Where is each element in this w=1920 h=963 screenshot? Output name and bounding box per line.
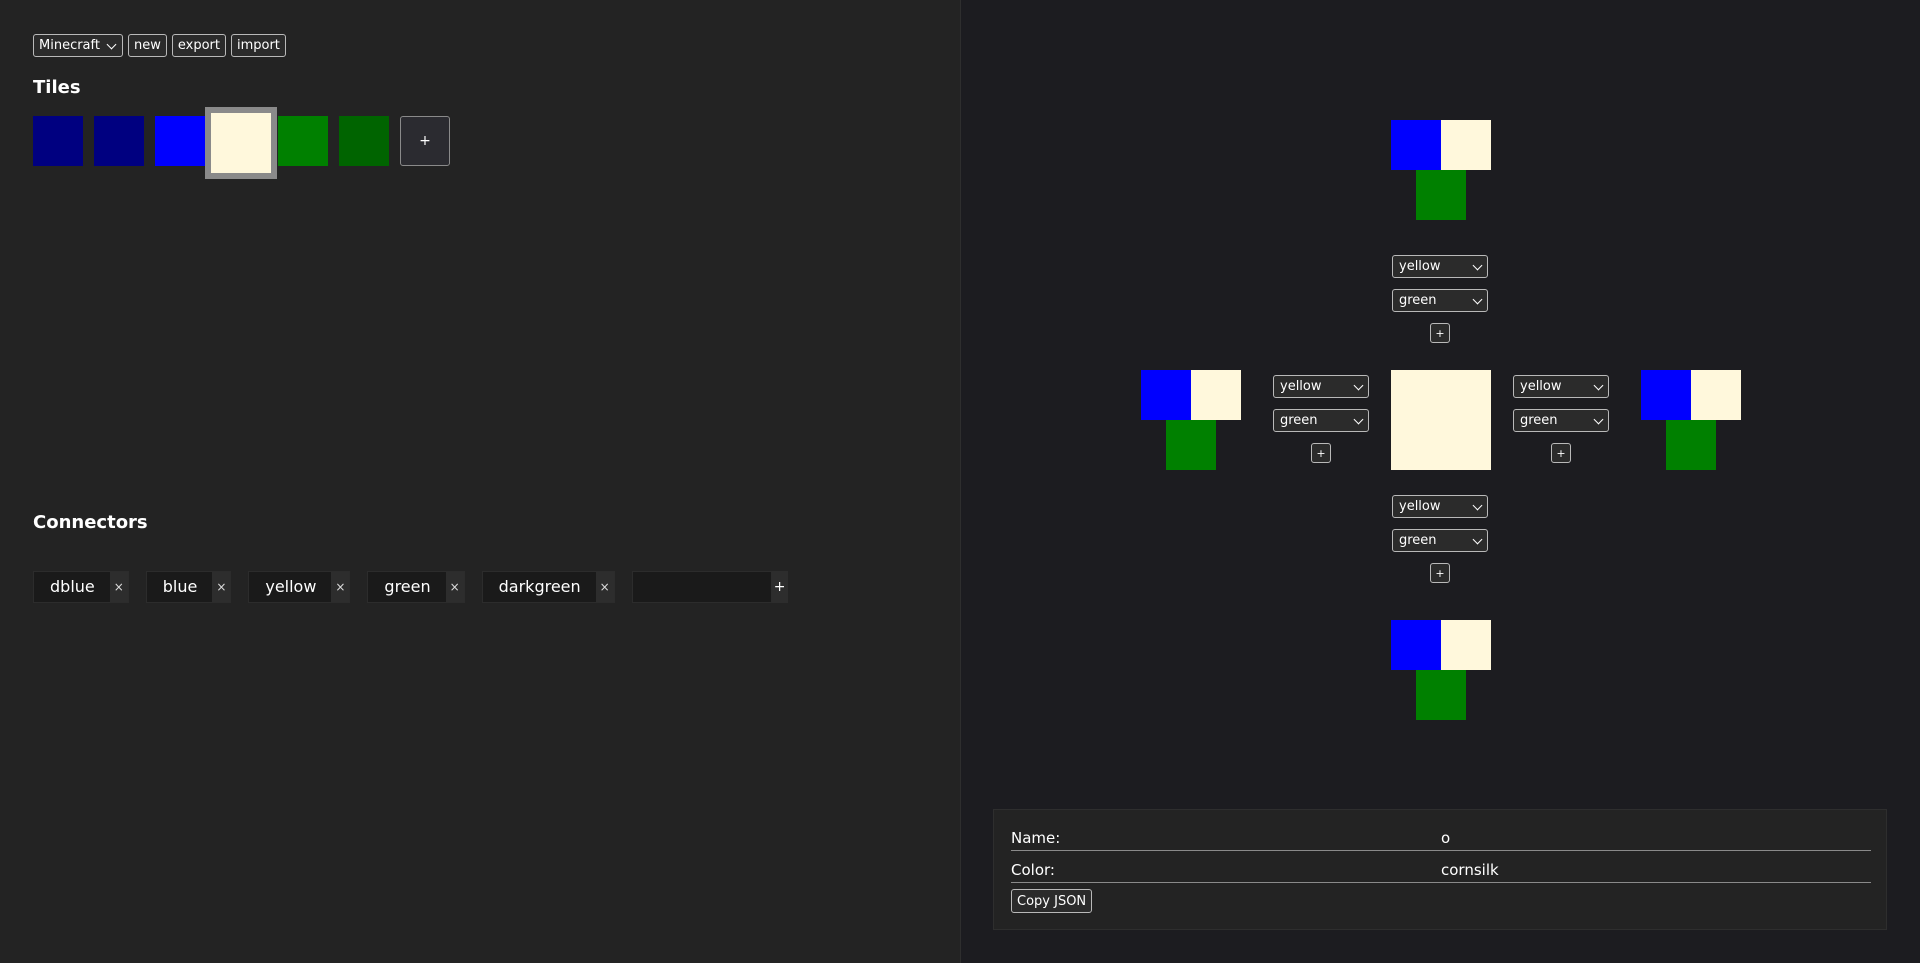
toolbar: Minecraft new export import bbox=[33, 34, 286, 57]
left-connector-select-1[interactable]: yellow bbox=[1273, 375, 1369, 398]
top-connector-select-1[interactable]: yellow bbox=[1392, 255, 1488, 278]
select-value: green bbox=[1399, 533, 1437, 548]
bottom-connector-select-2[interactable]: green bbox=[1392, 529, 1488, 552]
neighbor-preview-right-green bbox=[1666, 420, 1716, 470]
connectors-heading: Connectors bbox=[33, 512, 148, 533]
right-add-connector-button[interactable]: + bbox=[1551, 443, 1571, 463]
color-label: Color: bbox=[1011, 861, 1055, 879]
neighbor-preview-left-cornsilk bbox=[1191, 370, 1241, 420]
chevron-down-icon bbox=[1353, 414, 1364, 424]
neighbor-preview-right-cornsilk bbox=[1691, 370, 1741, 420]
chevron-down-icon bbox=[1593, 414, 1604, 424]
left-add-connector-button[interactable]: + bbox=[1311, 443, 1331, 463]
connector-label: darkgreen bbox=[498, 577, 581, 596]
color-value: cornsilk bbox=[1441, 861, 1499, 879]
tile-list-panel: Minecraft new export import Tiles + Conn… bbox=[0, 0, 961, 963]
copy-json-button[interactable]: Copy JSON bbox=[1011, 889, 1093, 913]
tile-swatch[interactable] bbox=[94, 116, 144, 166]
neighbor-preview-top-blue bbox=[1391, 120, 1441, 170]
connector-chip: darkgreen × bbox=[481, 571, 615, 603]
neighbor-preview-right-blue bbox=[1641, 370, 1691, 420]
select-value: green bbox=[1280, 413, 1318, 428]
right-connector-select-1[interactable]: yellow bbox=[1513, 375, 1609, 398]
new-button[interactable]: new bbox=[127, 34, 167, 57]
connector-label: yellow bbox=[265, 577, 317, 596]
top-connector-select-2[interactable]: green bbox=[1392, 289, 1488, 312]
chevron-down-icon bbox=[1472, 534, 1483, 544]
connector-label: blue bbox=[162, 577, 198, 596]
connector-chip: blue × bbox=[145, 571, 232, 603]
preset-select[interactable]: Minecraft bbox=[33, 34, 123, 57]
import-button[interactable]: import bbox=[230, 34, 286, 57]
name-value: o bbox=[1441, 829, 1451, 847]
chevron-down-icon bbox=[1593, 380, 1604, 390]
select-value: yellow bbox=[1280, 379, 1322, 394]
connector-chip: dblue × bbox=[33, 571, 129, 603]
new-connector-input[interactable] bbox=[631, 571, 772, 603]
add-connector-button[interactable]: + bbox=[771, 571, 788, 603]
right-connector-select-2[interactable]: green bbox=[1513, 409, 1609, 432]
connector-list: dblue × blue × yellow × green × darkgree… bbox=[33, 571, 788, 603]
select-value: yellow bbox=[1399, 499, 1441, 514]
bottom-add-connector-button[interactable]: + bbox=[1430, 563, 1450, 583]
export-button[interactable]: export bbox=[171, 34, 226, 57]
top-add-connector-button[interactable]: + bbox=[1430, 323, 1450, 343]
remove-connector-button[interactable]: × bbox=[445, 572, 464, 602]
add-tile-button[interactable]: + bbox=[400, 116, 450, 166]
neighbor-preview-bottom-blue bbox=[1391, 620, 1441, 670]
center-tile-preview bbox=[1391, 370, 1491, 470]
remove-connector-button[interactable]: × bbox=[212, 572, 231, 602]
tile-swatch[interactable] bbox=[278, 116, 328, 166]
tile-swatch[interactable] bbox=[339, 116, 389, 166]
tiles-heading: Tiles bbox=[33, 77, 81, 98]
left-connector-select-2[interactable]: green bbox=[1273, 409, 1369, 432]
select-value: green bbox=[1520, 413, 1558, 428]
connector-chip: yellow × bbox=[248, 571, 351, 603]
neighbor-preview-top-cornsilk bbox=[1441, 120, 1491, 170]
connector-label: dblue bbox=[50, 577, 95, 596]
connector-chip: green × bbox=[367, 571, 465, 603]
chevron-down-icon bbox=[1472, 260, 1483, 270]
connector-label: green bbox=[384, 577, 431, 596]
select-value: green bbox=[1399, 293, 1437, 308]
select-value: yellow bbox=[1520, 379, 1562, 394]
neighbor-preview-left-blue bbox=[1141, 370, 1191, 420]
neighbor-preview-bottom-cornsilk bbox=[1441, 620, 1491, 670]
tile-swatch-selected[interactable] bbox=[205, 107, 277, 179]
remove-connector-button[interactable]: × bbox=[595, 572, 614, 602]
tile-swatch[interactable] bbox=[33, 116, 83, 166]
bottom-connector-select-1[interactable]: yellow bbox=[1392, 495, 1488, 518]
tile-swatch[interactable] bbox=[155, 116, 205, 166]
name-row: Name: o bbox=[1011, 826, 1871, 851]
neighbor-preview-top-green bbox=[1416, 170, 1466, 220]
name-label: Name: bbox=[1011, 829, 1061, 847]
remove-connector-button[interactable]: × bbox=[109, 572, 128, 602]
chevron-down-icon bbox=[1472, 500, 1483, 510]
neighbor-preview-left-green bbox=[1166, 420, 1216, 470]
chevron-down-icon bbox=[106, 39, 117, 49]
neighbor-preview-bottom-green bbox=[1416, 670, 1466, 720]
chevron-down-icon bbox=[1472, 294, 1483, 304]
new-connector-form: + bbox=[631, 571, 788, 603]
color-row: Color: cornsilk bbox=[1011, 858, 1871, 883]
remove-connector-button[interactable]: × bbox=[331, 572, 350, 602]
tile-info-box: Name: o Color: cornsilk Copy JSON bbox=[993, 809, 1887, 930]
preset-select-value: Minecraft bbox=[39, 38, 100, 53]
chevron-down-icon bbox=[1353, 380, 1364, 390]
select-value: yellow bbox=[1399, 259, 1441, 274]
